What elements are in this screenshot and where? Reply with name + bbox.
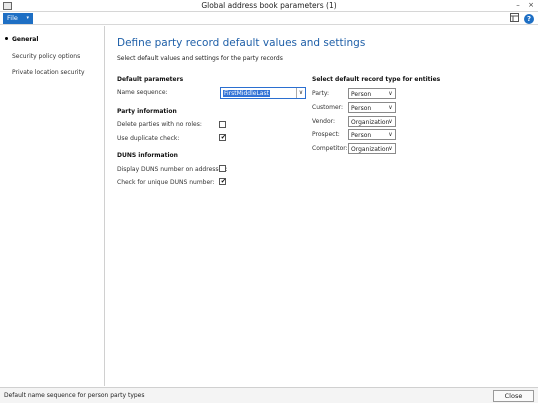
status-bar: Default name sequence for person party t…	[0, 387, 538, 403]
vendor-type-dropdown[interactable]: Organization ∨	[348, 116, 396, 127]
customer-type-value: Person	[351, 104, 372, 112]
record-type-heading: Select default record type for entities	[312, 76, 441, 83]
default-parameters-heading: Default parameters	[117, 76, 184, 83]
sidebar-item-general[interactable]: General	[5, 36, 39, 43]
customer-type-label: Customer:	[312, 104, 344, 111]
name-sequence-dropdown[interactable]: FirstMiddleLast ∨	[220, 87, 306, 99]
help-icon[interactable]: ?	[524, 14, 534, 24]
window-title: Global address book parameters (1)	[201, 1, 337, 10]
chevron-down-icon[interactable]: ∨	[386, 89, 395, 98]
prospect-type-label: Prospect:	[312, 131, 340, 138]
name-sequence-label: Name sequence:	[117, 89, 168, 96]
prospect-type-dropdown[interactable]: Person ∨	[348, 129, 396, 140]
competitor-type-dropdown[interactable]: Organization ∨	[348, 143, 396, 154]
name-sequence-value: FirstMiddleLast	[223, 89, 270, 97]
unique-duns-label: Check for unique DUNS number:	[117, 179, 215, 186]
chevron-down-icon: ▾	[26, 15, 29, 21]
sidebar: General Security policy options Private …	[0, 26, 105, 386]
sidebar-item-label: Security policy options	[12, 53, 81, 60]
title-bar: Global address book parameters (1) – ×	[0, 0, 538, 12]
chevron-down-icon[interactable]: ∨	[386, 103, 395, 112]
vendor-type-label: Vendor:	[312, 118, 335, 125]
action-pane: File ▾ ?	[0, 12, 538, 25]
sidebar-item-label: General	[12, 36, 39, 43]
party-type-value: Person	[351, 90, 372, 98]
competitor-type-value: Organization	[351, 145, 390, 153]
checkmark-icon: ✔	[220, 133, 227, 141]
status-text: Default name sequence for person party t…	[4, 392, 145, 399]
party-type-dropdown[interactable]: Person ∨	[348, 88, 396, 99]
display-duns-label: Display DUNS number on addresses:	[117, 166, 228, 173]
bullet-icon	[5, 37, 8, 40]
vendor-type-value: Organization	[351, 118, 390, 126]
display-duns-checkbox[interactable]	[219, 165, 226, 172]
chevron-down-icon[interactable]: ∨	[386, 130, 395, 139]
layout-icon[interactable]	[509, 13, 520, 24]
close-window-button[interactable]: ×	[525, 1, 537, 10]
layout-icon-glyph	[510, 13, 519, 22]
duns-information-heading: DUNS information	[117, 152, 178, 159]
chevron-down-icon[interactable]: ∨	[386, 144, 395, 153]
sidebar-item-security-policy-options[interactable]: Security policy options	[12, 53, 80, 60]
page-title: Define party record default values and s…	[117, 37, 366, 49]
party-type-label: Party:	[312, 90, 329, 97]
party-information-heading: Party information	[117, 108, 177, 115]
prospect-type-value: Person	[351, 131, 372, 139]
competitor-type-label: Competitor:	[312, 145, 348, 152]
minimize-button[interactable]: –	[512, 1, 524, 10]
delete-parties-checkbox[interactable]	[219, 121, 226, 128]
unique-duns-checkbox[interactable]: ✔	[219, 177, 227, 185]
delete-parties-label: Delete parties with no roles:	[117, 121, 202, 128]
chevron-down-icon[interactable]: ∨	[296, 88, 305, 98]
duplicate-check-label: Use duplicate check:	[117, 135, 180, 142]
checkmark-icon: ✔	[220, 177, 227, 185]
chevron-down-icon[interactable]: ∨	[386, 117, 395, 126]
close-button[interactable]: Close	[493, 390, 534, 402]
sidebar-item-label: Private location security	[12, 69, 85, 76]
customer-type-dropdown[interactable]: Person ∨	[348, 102, 396, 113]
main-content: Define party record default values and s…	[106, 26, 538, 386]
sidebar-item-private-location-security[interactable]: Private location security	[12, 69, 85, 76]
duplicate-check-checkbox[interactable]: ✔	[219, 133, 227, 141]
file-menu-label: File	[7, 14, 18, 22]
file-menu-button[interactable]: File ▾	[3, 13, 33, 24]
page-subtitle: Select default values and settings for t…	[117, 55, 283, 62]
